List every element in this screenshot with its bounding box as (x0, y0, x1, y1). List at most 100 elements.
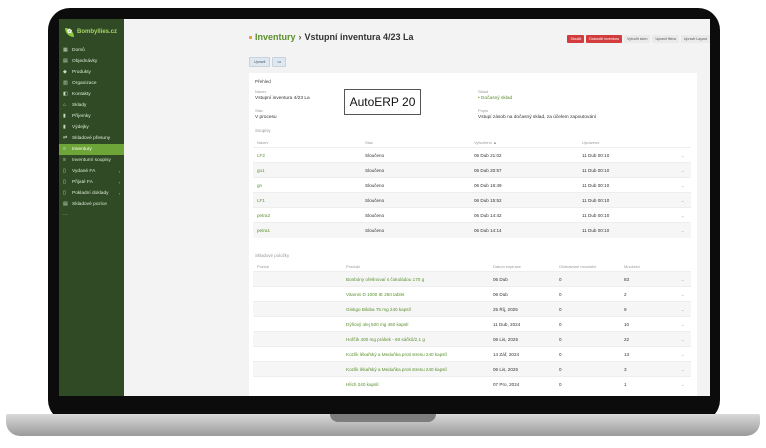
sidebar-item[interactable]: ⌂ Sklady (59, 100, 124, 111)
sidebar-item[interactable]: ≡ Inventurní soupisy (59, 155, 124, 166)
document-icon: ▯ (63, 190, 66, 196)
table-row[interactable]: Kozlík lékařský a Meduňka proti stresu 2… (253, 361, 691, 377)
laptop-notch (330, 414, 436, 422)
table-row[interactable]: petra2 Sloučeno 06 Dub 14:42 11 Dub 00:10 ⌄ (253, 207, 691, 223)
soupis-name-link[interactable]: LF2 (257, 153, 265, 158)
product-link[interactable]: Ginkgo Biloba 75 mg 240 kapslí (346, 307, 411, 312)
sidebar-item[interactable]: ▮ Výdejky (59, 122, 124, 133)
col-header-expiration[interactable]: Datum expirace (493, 264, 521, 269)
sidebar-item[interactable]: ▯ Přijaté FA › (59, 177, 124, 188)
sidebar-item[interactable]: ▥ Organizace (59, 78, 124, 89)
table-row[interactable]: Bonbóny ořešnovaí s čokoládou 170 g 06 Du… (253, 271, 691, 287)
chevron-down-icon[interactable]: ⌄ (681, 367, 684, 372)
table-row[interactable]: Ginkgo Biloba 75 mg 240 kapslí 25 Říj, 20… (253, 301, 691, 317)
chevron-down-icon[interactable]: ⌄ (681, 228, 684, 233)
sidebar-item[interactable]: ▤ Objednávky (59, 56, 124, 67)
product-link[interactable]: Kozlík lékařský a Meduňka proti stresu 2… (346, 367, 447, 372)
sidebar-item[interactable]: ▦ Domů (59, 45, 124, 56)
product-link[interactable]: Hořčík 400 mg prášek - 60 sáčků/2,1 g (346, 337, 425, 342)
soupis-name-link[interactable]: petra2 (257, 213, 270, 218)
edit-filters-button[interactable]: Upravit fitera (652, 35, 679, 43)
chevron-down-icon[interactable]: ⌄ (681, 198, 684, 203)
sidebar-item[interactable]: ⇄ Skladové přesuny (59, 133, 124, 144)
soupis-name-link[interactable]: LF1 (257, 198, 265, 203)
col-header-state[interactable]: Stav (365, 140, 373, 145)
product-link[interactable]: Bonbóny ořešnovaí s čokoládou 170 g (346, 277, 424, 282)
table-row[interactable]: LF1 Sloučeno 06 Dub 15:52 11 Dub 00:10 ⌄ (253, 192, 691, 208)
quantity: 9 (624, 307, 627, 312)
chevron-down-icon[interactable]: ⌄ (681, 277, 684, 282)
page-title: Inventury › Vstupní inventura 4/23 La (249, 32, 414, 42)
table-row[interactable]: Dýňový olej 500 mg 460 kapslí 11 Dub, 202… (253, 316, 691, 332)
col-header-position[interactable]: Pozice (257, 264, 269, 269)
quantity: 2 (624, 292, 627, 297)
col-header-updated[interactable]: Upraveno (582, 140, 599, 145)
chevron-down-icon[interactable]: ⌄ (681, 322, 684, 327)
product-link[interactable]: Dýňový olej 500 mg 460 kapslí (346, 322, 409, 327)
col-header-name[interactable]: Název (257, 140, 268, 145)
breadcrumb-link[interactable]: Inventury (255, 32, 296, 42)
chevron-down-icon[interactable]: ⌄ (681, 168, 684, 173)
sidebar-item-label: Výdejky (72, 125, 89, 130)
chevron-down-icon[interactable]: ⌄ (681, 292, 684, 297)
soupis-created: 06 Dub 20:57 (474, 168, 502, 173)
create-scan-button[interactable]: Vytvořit sken (624, 35, 651, 43)
table-row[interactable]: petra1 Sloučeno 06 Dub 14:14 11 Dub 00:10 ⌄ (253, 222, 691, 238)
sidebar-item[interactable]: ◧ Kontakty (59, 89, 124, 100)
col-header-created[interactable]: Vytvořeno ▲ (474, 140, 497, 145)
col-header-product[interactable]: Produkt (346, 264, 360, 269)
soupis-created: 06 Dub 21:02 (474, 153, 502, 158)
product-link[interactable]: Hlích 240 kapslí (346, 382, 379, 387)
quantity: 13 (624, 352, 630, 357)
table-row[interactable]: Hořčík 400 mg prášek - 60 sáčků/2,1 g 06 … (253, 331, 691, 347)
edit-layout-button[interactable]: Upravit Layout (680, 35, 710, 43)
warehouse-value[interactable]: • Dočasný sklad (478, 96, 512, 101)
breadcrumb-separator: › (298, 32, 302, 42)
table-row[interactable]: gn Sloučeno 06 Dub 16:49 11 Dub 00:10 ⌄ (253, 177, 691, 193)
table-row[interactable]: LF2 Sloučeno 06 Dub 21:02 11 Dub 00:10 ⌄ (253, 147, 691, 163)
chevron-down-icon[interactable]: ⌄ (681, 307, 684, 312)
soupis-created: 06 Dub 14:42 (474, 213, 502, 218)
sidebar-item-label: Produkty (72, 70, 91, 75)
chevron-down-icon[interactable]: ⌄ (681, 352, 684, 357)
merge-button[interactable]: Sloučit (567, 35, 585, 43)
expiration-date: 06 Dub (493, 277, 508, 282)
product-link[interactable]: Vitamin D 1000 IE 250 tablet (346, 292, 404, 297)
sidebar-item[interactable]: ◆ Produkty (59, 67, 124, 78)
sidebar-item-label: Skladové přesuny (72, 136, 111, 141)
grid-icon: ▦ (63, 47, 68, 53)
sidebar-item[interactable]: ⋯ (59, 210, 124, 221)
sidebar-item[interactable]: ▤ Skladové pozice (59, 199, 124, 210)
col-header-expected[interactable]: Očekávané množství (559, 264, 596, 269)
sidebar-item[interactable]: ▯ Pokladní doklady › (59, 188, 124, 199)
chevron-down-icon[interactable]: ⌄ (681, 382, 684, 387)
soupis-name-link[interactable]: petra1 (257, 228, 270, 233)
sidebar-item[interactable]: ▮ Příjemky (59, 111, 124, 122)
table-row[interactable]: gu1 Sloučeno 06 Dub 20:57 11 Dub 00:10 ⌄ (253, 162, 691, 178)
soupis-name-link[interactable]: gn (257, 183, 262, 188)
chevron-down-icon[interactable]: ⌄ (681, 183, 684, 188)
expected-quantity: 0 (559, 337, 562, 342)
chevron-down-icon[interactable]: ⌄ (681, 213, 684, 218)
table-row[interactable]: Vitamin D 1000 IE 250 tablet 06 Dub 0 2 ⌄ (253, 286, 691, 302)
sidebar-item[interactable]: ▯ Vydané FA › (59, 166, 124, 177)
expiration-date: 07 Pro, 2024 (493, 382, 520, 387)
soupis-updated: 11 Dub 00:10 (582, 228, 610, 233)
chevron-down-icon[interactable]: ⌄ (681, 337, 684, 342)
soupis-name-link[interactable]: gu1 (257, 168, 265, 173)
product-link[interactable]: Kozlík lékařský a Meduňka proti stresu 2… (346, 352, 447, 357)
logo[interactable]: ✿ Bombyllies.cz (59, 19, 124, 45)
sidebar-item-label: Vydané FA (72, 169, 96, 174)
col-header-quantity[interactable]: Množství (624, 264, 640, 269)
finish-inventory-button[interactable]: Dokončit inventuru (586, 35, 623, 43)
quantity: 10 (624, 322, 630, 327)
table-row[interactable]: Kozlík lékařský a Meduňka proti stresu 2… (253, 346, 691, 362)
expiration-date: 06 Lis, 2025 (493, 367, 519, 372)
edit-button[interactable]: Upravit (249, 57, 271, 67)
sidebar-item[interactable]: ≡ Inventury (59, 144, 124, 155)
table-row[interactable]: Hlích 240 kapslí 07 Pro, 2024 0 1 ⌄ (253, 376, 691, 392)
more-button[interactable]: ••• (272, 57, 287, 67)
chevron-right-icon: › (118, 191, 120, 196)
soupis-updated: 11 Dub 00:10 (582, 183, 610, 188)
chevron-down-icon[interactable]: ⌄ (681, 153, 684, 158)
